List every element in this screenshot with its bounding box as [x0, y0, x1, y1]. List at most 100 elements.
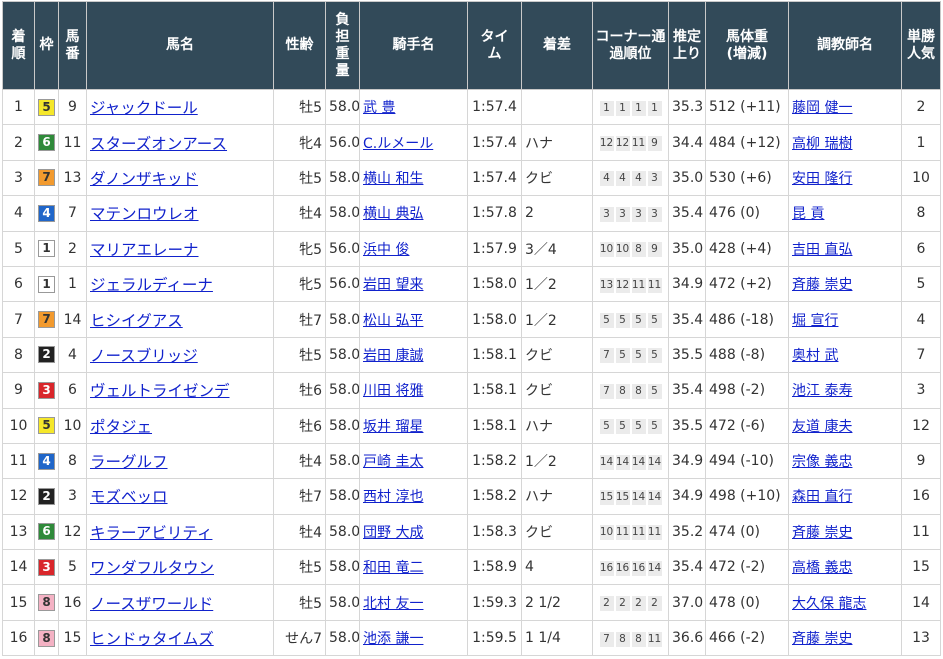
header-last3f: 推定 上り	[668, 1, 706, 90]
table-row: 1 5 9 ジャックドール 牡5 58.0 武 豊 1:57.4 1 1 1 1 35.3 512 (+1…	[2, 88, 941, 126]
trainer-name-link[interactable]: 森田 直行	[792, 489, 852, 505]
jockey-name-link[interactable]: 池添 謙一	[363, 631, 423, 647]
jockey-name-link[interactable]: 戸崎 圭太	[363, 454, 423, 470]
table-row: 4 4 7 マテンロウレオ 牡4 58.0 横山 典弘 1:57.8 2 3 3 3 3 35.4 476 …	[2, 195, 941, 232]
weight-cell: 58.0	[325, 407, 360, 444]
horse-name-link[interactable]: モズベッロ	[90, 488, 168, 506]
horse-name-link[interactable]: ノースブリッジ	[90, 347, 198, 365]
trainer-name-link[interactable]: 高橋 義忠	[792, 560, 852, 576]
jockey-name-link[interactable]: 岩田 望来	[363, 277, 423, 293]
trainer-name-link[interactable]: 池江 泰寿	[792, 383, 852, 399]
jockey-cell: 団野 大成	[359, 513, 468, 551]
waku-badge: 2	[38, 487, 55, 505]
horse-name-link[interactable]: ラーグルフ	[90, 453, 168, 471]
jockey-cell: 松山 弘平	[359, 301, 468, 338]
jockey-name-link[interactable]: 北村 友一	[363, 596, 423, 612]
jockey-name-link[interactable]: 横山 典弘	[363, 206, 423, 222]
time-cell: 1:57.8	[467, 195, 522, 232]
time-cell: 1:58.1	[467, 407, 522, 444]
table-row: 16 8 15 ヒンドゥタイムズ せん7 58.0 池添 謙一 1:59.5 1 1/4 7 8 8 1…	[2, 619, 941, 657]
corner-position: 11	[647, 277, 662, 293]
weight-cell: 58.0	[325, 549, 360, 586]
body-weight-cell: 488 (-8)	[705, 336, 789, 374]
trainer-name-link[interactable]: 斉藤 崇史	[792, 525, 852, 541]
rank-cell: 6	[2, 265, 35, 303]
time-cell: 1:58.0	[467, 301, 522, 338]
corner-position: 9	[647, 242, 662, 258]
trainer-name-link[interactable]: 昆 貢	[792, 206, 824, 222]
horse-name-link[interactable]: スターズオンアース	[90, 135, 227, 153]
corner-cell: 12 12 11 9	[592, 124, 669, 161]
horse-name-link[interactable]: ヒシイグアス	[90, 312, 183, 330]
waku-badge: 7	[38, 311, 55, 329]
trainer-name-link[interactable]: 宗像 義忠	[792, 454, 852, 470]
waku-badge: 6	[38, 523, 55, 541]
sexage-cell: 牝5	[273, 230, 326, 267]
jockey-name-link[interactable]: 川田 将雅	[363, 383, 423, 399]
umaban-cell: 16	[58, 584, 87, 621]
horse-name-link[interactable]: ジャックドール	[90, 99, 198, 117]
trainer-name-link[interactable]: 高柳 瑞樹	[792, 136, 852, 152]
jockey-name-link[interactable]: 横山 和生	[363, 171, 423, 187]
waku-badge: 8	[38, 629, 55, 647]
corner-position: 4	[631, 171, 646, 187]
jockey-name-link[interactable]: 西村 淳也	[363, 489, 423, 505]
corner-position: 11	[631, 277, 646, 293]
trainer-name-link[interactable]: 斉藤 崇史	[792, 277, 852, 293]
jockey-name-link[interactable]: C.ルメール	[363, 136, 433, 152]
jockey-name-link[interactable]: 武 豊	[363, 100, 395, 116]
trainer-name-link[interactable]: 堀 宣行	[792, 313, 838, 329]
horse-name-link[interactable]: マテンロウレオ	[90, 205, 199, 223]
horse-cell: ヴェルトライゼンデ	[86, 372, 274, 409]
corner-position: 5	[615, 313, 630, 329]
horse-name-link[interactable]: ヒンドゥタイムズ	[90, 630, 214, 648]
corner-cell: 4443	[592, 159, 669, 197]
horse-name-link[interactable]: マリアエレーナ	[90, 241, 199, 259]
body-weight-cell: 498 (-2)	[705, 372, 789, 409]
weight-cell: 58.0	[325, 478, 360, 515]
trainer-name-link[interactable]: 奥村 武	[792, 348, 838, 364]
corner-position: 5	[631, 348, 646, 364]
trainer-name-link[interactable]: 吉田 直弘	[792, 242, 852, 258]
last3f-cell: 35.3	[668, 88, 706, 126]
corner-position: 11	[631, 525, 646, 541]
trainer-cell: 昆 貢	[788, 195, 902, 232]
header-weight: 負担重量	[325, 1, 360, 90]
time-cell: 1:58.9	[467, 549, 522, 586]
trainer-cell: 高橋 義忠	[788, 549, 902, 586]
trainer-name-link[interactable]: 安田 隆行	[792, 171, 852, 187]
jockey-name-link[interactable]: 団野 大成	[363, 525, 423, 541]
time-cell: 1:57.4	[467, 159, 522, 197]
corner-position: 3	[599, 206, 614, 222]
jockey-name-link[interactable]: 松山 弘平	[363, 313, 423, 329]
trainer-name-link[interactable]: 斉藤 崇史	[792, 631, 852, 647]
horse-name-link[interactable]: ノースザワールド	[90, 595, 213, 613]
trainer-name-link[interactable]: 大久保 龍志	[792, 596, 866, 612]
corner-position: 12	[615, 136, 630, 152]
corner-position: 12	[599, 136, 614, 152]
last3f-cell: 35.4	[668, 301, 706, 338]
header-body: 馬体重 (増減)	[705, 1, 789, 90]
popularity-cell: 16	[901, 478, 941, 515]
horse-name-link[interactable]: ヴェルトライゼンデ	[90, 382, 230, 400]
horse-name-link[interactable]: ジェラルディーナ	[90, 276, 213, 294]
table-row: 10 5 10 ポタジェ 牡6 58.0 坂井 瑠星 1:58.1 ハナ 5 5 5 5 35.5 472 …	[2, 407, 941, 444]
trainer-name-link[interactable]: 藤岡 健一	[792, 100, 852, 116]
horse-name-link[interactable]: ポタジェ	[90, 418, 152, 436]
corner-position: 4	[615, 171, 630, 187]
jockey-name-link[interactable]: 岩田 康誠	[363, 348, 423, 364]
corner-position: 5	[615, 419, 630, 435]
jockey-name-link[interactable]: 坂井 瑠星	[363, 419, 423, 435]
horse-name-link[interactable]: ダノンザキッド	[90, 170, 198, 188]
jockey-name-link[interactable]: 浜中 俊	[363, 242, 409, 258]
horse-name-link[interactable]: キラーアビリティ	[90, 524, 212, 542]
jockey-cell: 横山 典弘	[359, 195, 468, 232]
table-row: 5 1 2 マリアエレーナ 牝5 56.0 浜中 俊 1:57.9 3／4 10 10 8 9 35.0 4…	[2, 230, 941, 267]
waku-badge: 5	[38, 417, 55, 435]
header-rank: 着順	[2, 1, 35, 90]
corner-position: 14	[647, 489, 662, 505]
horse-name-link[interactable]: ワンダフルタウン	[90, 559, 214, 577]
jockey-name-link[interactable]: 和田 竜二	[363, 560, 423, 576]
corner-position: 2	[631, 596, 646, 612]
trainer-name-link[interactable]: 友道 康夫	[792, 419, 852, 435]
